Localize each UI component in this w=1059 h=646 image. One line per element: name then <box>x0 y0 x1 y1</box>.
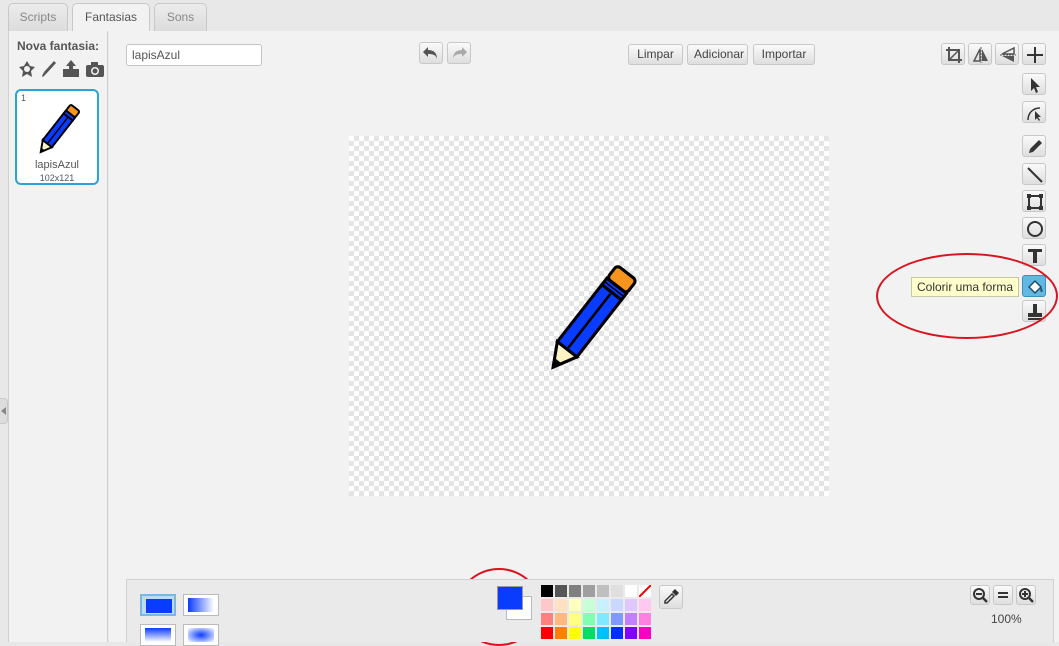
pencil-drawing <box>551 265 637 370</box>
palette-color-cell[interactable] <box>625 613 637 625</box>
palette-color-cell[interactable] <box>625 627 637 639</box>
clear-button[interactable]: Limpar <box>628 44 683 65</box>
palette-color-cell[interactable] <box>597 585 609 597</box>
palette-color-cell[interactable] <box>639 627 651 639</box>
pencil-icon <box>1029 140 1042 153</box>
costume-thumbnail[interactable]: 1 lapisAzul 102x121 <box>15 89 99 185</box>
palette-color-cell[interactable] <box>639 613 651 625</box>
text-icon <box>1028 249 1042 263</box>
collapse-handle[interactable] <box>0 398 8 424</box>
costume-size: 102x121 <box>39 173 75 183</box>
flip-horizontal-icon <box>972 47 988 63</box>
set-center-button[interactable] <box>1022 43 1046 65</box>
palette-color-cell[interactable] <box>625 585 637 597</box>
palette-color-cell[interactable] <box>555 627 567 639</box>
camera-icon[interactable] <box>85 59 105 79</box>
costume-number: 1 <box>21 93 27 103</box>
new-costume-label: Nova fantasia: <box>17 39 100 53</box>
costumes-pane: Nova fantasia: 1 lapisAzul 102x121 <box>8 31 108 642</box>
palette-color-cell[interactable] <box>541 613 553 625</box>
flip-vertical-button[interactable] <box>995 43 1019 65</box>
crop-button[interactable] <box>941 43 965 65</box>
palette-color-cell[interactable] <box>569 599 581 611</box>
eyedropper-button[interactable] <box>659 585 683 609</box>
palette-color-cell[interactable] <box>569 613 581 625</box>
palette-color-cell[interactable] <box>625 599 637 611</box>
palette-color-cell[interactable] <box>611 599 623 611</box>
annotation-ring-fill-tool <box>876 253 1058 339</box>
select-icon <box>1031 78 1040 93</box>
costume-name-input[interactable] <box>126 44 262 66</box>
tab-scripts[interactable]: Scripts <box>8 3 68 31</box>
fill-solid-swatch[interactable] <box>140 594 176 616</box>
palette-color-cell[interactable] <box>555 599 567 611</box>
palette-color-cell[interactable] <box>541 585 553 597</box>
rectangle-icon <box>1027 194 1043 210</box>
zoom-reset-button[interactable] <box>993 585 1013 605</box>
zoom-out-icon <box>973 588 988 603</box>
palette-color-cell[interactable] <box>583 585 595 597</box>
set-center-icon <box>1027 47 1043 63</box>
palette-color-cell[interactable] <box>569 585 581 597</box>
reshape-icon <box>1027 107 1041 121</box>
zoom-level: 100% <box>991 612 1022 626</box>
tab-bar: Scripts Fantasias Sons <box>0 0 1059 32</box>
palette-color-cell[interactable] <box>541 627 553 639</box>
palette-color-cell[interactable] <box>583 613 595 625</box>
equals-icon <box>998 592 1008 598</box>
drawing-canvas[interactable] <box>349 136 829 496</box>
palette-color-cell[interactable] <box>555 613 567 625</box>
flip-vertical-icon <box>1000 46 1016 62</box>
tab-sounds[interactable]: Sons <box>154 3 207 31</box>
palette-color-cell[interactable] <box>583 599 595 611</box>
palette-color-cell[interactable] <box>611 613 623 625</box>
reshape-tool-button[interactable] <box>1022 101 1046 123</box>
redo-button[interactable] <box>447 42 471 64</box>
ellipse-tool-button[interactable] <box>1022 217 1046 239</box>
costume-thumbnail-image <box>33 101 83 159</box>
paint-editor: Limpar Adicionar Importar Colorir uma fo… <box>109 31 1059 646</box>
import-button[interactable]: Importar <box>753 44 815 65</box>
undo-button[interactable] <box>419 42 443 64</box>
palette-color-cell[interactable] <box>541 599 553 611</box>
sprite-library-icon[interactable] <box>17 59 37 79</box>
palette-color-cell[interactable] <box>555 585 567 597</box>
palette-color-cell[interactable] <box>597 613 609 625</box>
palette-color-cell[interactable] <box>597 599 609 611</box>
new-costume-icons <box>17 59 107 81</box>
palette-color-cell[interactable] <box>611 585 623 597</box>
tab-costumes[interactable]: Fantasias <box>72 3 150 32</box>
ellipse-icon <box>1027 221 1043 237</box>
zoom-in-icon <box>1019 588 1034 603</box>
fill-vertical-gradient-swatch[interactable] <box>140 624 176 646</box>
eyedropper-icon <box>664 589 679 604</box>
redo-icon <box>453 47 467 59</box>
fill-horizontal-gradient-swatch[interactable] <box>183 594 219 616</box>
undo-icon <box>423 47 437 59</box>
palette-color-cell[interactable] <box>583 627 595 639</box>
color-panel: 100% <box>126 579 1054 646</box>
rectangle-tool-button[interactable] <box>1022 190 1046 212</box>
fill-radial-gradient-swatch[interactable] <box>183 624 219 646</box>
pencil-tool-button[interactable] <box>1022 135 1046 157</box>
zoom-in-button[interactable] <box>1016 585 1036 605</box>
palette-color-cell[interactable] <box>639 599 651 611</box>
line-icon <box>1027 167 1043 183</box>
palette-color-cell[interactable] <box>597 627 609 639</box>
crop-icon <box>946 47 962 63</box>
add-button[interactable]: Adicionar <box>687 44 748 65</box>
primary-color-swatch[interactable] <box>497 586 523 610</box>
upload-icon[interactable] <box>61 59 81 79</box>
transparent-color-cell[interactable] <box>638 584 652 598</box>
line-tool-button[interactable] <box>1022 163 1046 185</box>
select-tool-button[interactable] <box>1022 73 1046 95</box>
paint-brush-icon[interactable] <box>39 59 59 79</box>
palette-color-cell[interactable] <box>569 627 581 639</box>
palette-color-cell[interactable] <box>611 627 623 639</box>
costume-name: lapisAzul <box>34 159 80 171</box>
flip-horizontal-button[interactable] <box>968 43 992 65</box>
zoom-out-button[interactable] <box>970 585 990 605</box>
